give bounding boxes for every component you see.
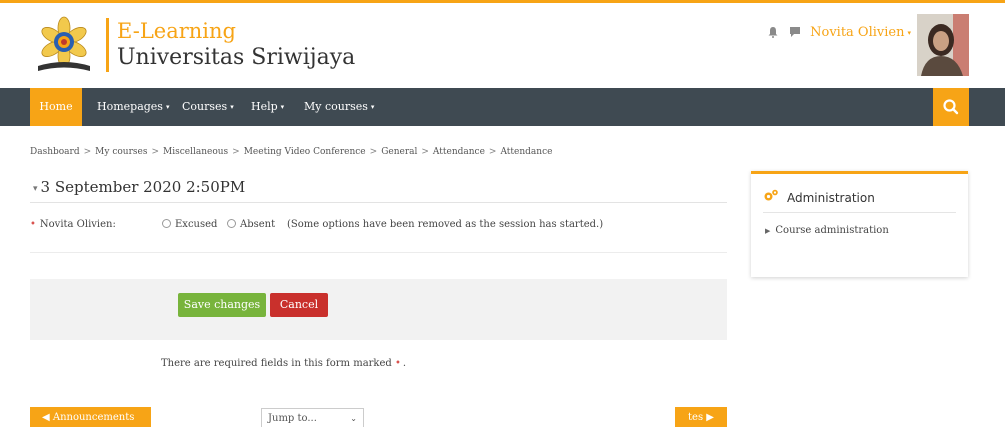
search-button[interactable]	[933, 88, 969, 126]
breadcrumb-meeting[interactable]: Meeting Video Conference	[244, 147, 366, 157]
administration-block: Administration ▶ Course administration	[751, 171, 968, 277]
bell-icon[interactable]	[766, 26, 780, 40]
nav-courses-label: Courses	[182, 100, 228, 113]
session-title: 3 September 2020 2:50PM	[40, 178, 246, 196]
option-absent-label: Absent	[240, 219, 276, 230]
form-actions-panel: Save changes Cancel	[30, 279, 727, 340]
brand-line-1: E-Learning	[117, 19, 236, 43]
breadcrumb-separator: >	[421, 147, 429, 157]
breadcrumb-general[interactable]: General	[381, 147, 417, 157]
option-absent[interactable]: Absent	[227, 219, 275, 230]
nav-help-label: Help	[251, 100, 278, 113]
user-name-menu[interactable]: Novita Olivien ▾	[810, 25, 911, 40]
radio-excused[interactable]	[162, 219, 171, 228]
required-icon: •	[395, 358, 401, 369]
cancel-button[interactable]: Cancel	[270, 293, 328, 317]
nav-courses[interactable]: Courses ▾	[182, 88, 234, 126]
brand-line-2: Universitas Sriwijaya	[117, 45, 356, 70]
breadcrumb-separator: >	[83, 147, 92, 157]
chat-icon[interactable]	[788, 26, 802, 40]
breadcrumb-separator: >	[369, 147, 378, 157]
divider	[30, 252, 727, 253]
breadcrumb-separator: >	[232, 147, 240, 157]
chevron-down-icon: ⌄	[350, 414, 357, 423]
attendance-field-row: • Novita Olivien: Excused Absent (Some op…	[30, 219, 727, 235]
breadcrumb-attendance[interactable]: Attendance	[433, 147, 485, 157]
next-activity-link[interactable]: tes ▶	[675, 407, 727, 427]
save-changes-button[interactable]: Save changes	[178, 293, 266, 317]
user-name: Novita Olivien	[810, 25, 905, 40]
main-navbar: Home Homepages ▾ Courses ▾ Help ▾ My course…	[0, 88, 1005, 126]
option-excused[interactable]: Excused	[162, 219, 217, 230]
collapse-icon: ▾	[33, 184, 38, 194]
required-fields-note: There are required fields in this form m…	[161, 358, 406, 369]
prev-activity-link[interactable]: ◀ Announcements	[30, 407, 151, 427]
brand-divider	[106, 18, 109, 72]
administration-title: Administration	[787, 190, 875, 205]
breadcrumb-separator: >	[488, 147, 497, 157]
nav-homepages-label: Homepages	[97, 100, 163, 113]
chevron-down-icon: ▾	[280, 103, 285, 111]
course-administration-item[interactable]: ▶ Course administration	[765, 225, 889, 236]
breadcrumb-miscellaneous[interactable]: Miscellaneous	[163, 147, 228, 157]
brand-text: E-Learning Universitas Sriwijaya	[117, 21, 355, 69]
jump-to-select[interactable]: Jump to... ⌄	[261, 408, 364, 427]
jump-to-placeholder: Jump to...	[268, 413, 317, 424]
site-brand[interactable]: E-Learning Universitas Sriwijaya	[30, 12, 355, 78]
nav-my-courses[interactable]: My courses ▾	[304, 88, 374, 126]
course-administration-label: Course administration	[775, 225, 889, 236]
gears-icon	[763, 188, 779, 207]
breadcrumb-separator: >	[151, 147, 159, 157]
university-logo	[30, 14, 98, 76]
nav-help[interactable]: Help ▾	[251, 88, 284, 126]
user-avatar[interactable]	[917, 14, 969, 76]
chevron-down-icon: ▾	[907, 29, 911, 37]
field-label: Novita Olivien:	[39, 219, 116, 230]
expand-arrow-icon: ▶	[765, 227, 771, 235]
required-icon: •	[30, 219, 36, 230]
radio-absent[interactable]	[227, 219, 236, 228]
user-menu-area: Novita Olivien ▾	[766, 14, 969, 76]
breadcrumb: Dashboard > My courses > Miscellaneous > Meeti…	[30, 147, 552, 157]
required-note-suffix: .	[402, 358, 407, 369]
divider	[30, 202, 727, 203]
breadcrumb-dashboard[interactable]: Dashboard	[30, 147, 80, 157]
nav-my-courses-label: My courses	[304, 100, 368, 113]
top-accent-line	[0, 0, 1005, 3]
nav-home[interactable]: Home	[30, 88, 82, 126]
breadcrumb-attendance-current: Attendance	[500, 147, 553, 157]
divider	[763, 212, 956, 213]
required-note-text: There are required fields in this form m…	[161, 358, 392, 369]
breadcrumb-my-courses[interactable]: My courses	[95, 147, 147, 157]
option-excused-label: Excused	[175, 219, 218, 230]
search-icon	[943, 99, 959, 115]
chevron-down-icon: ▾	[230, 103, 234, 111]
session-heading[interactable]: ▾ 3 September 2020 2:50PM	[30, 178, 245, 196]
chevron-down-icon: ▾	[370, 103, 375, 111]
options-note: (Some options have been removed as the s…	[287, 219, 604, 230]
nav-homepages[interactable]: Homepages ▾	[97, 88, 169, 126]
chevron-down-icon: ▾	[165, 103, 170, 111]
administration-header: Administration	[763, 188, 875, 207]
nav-home-label: Home	[39, 100, 73, 113]
